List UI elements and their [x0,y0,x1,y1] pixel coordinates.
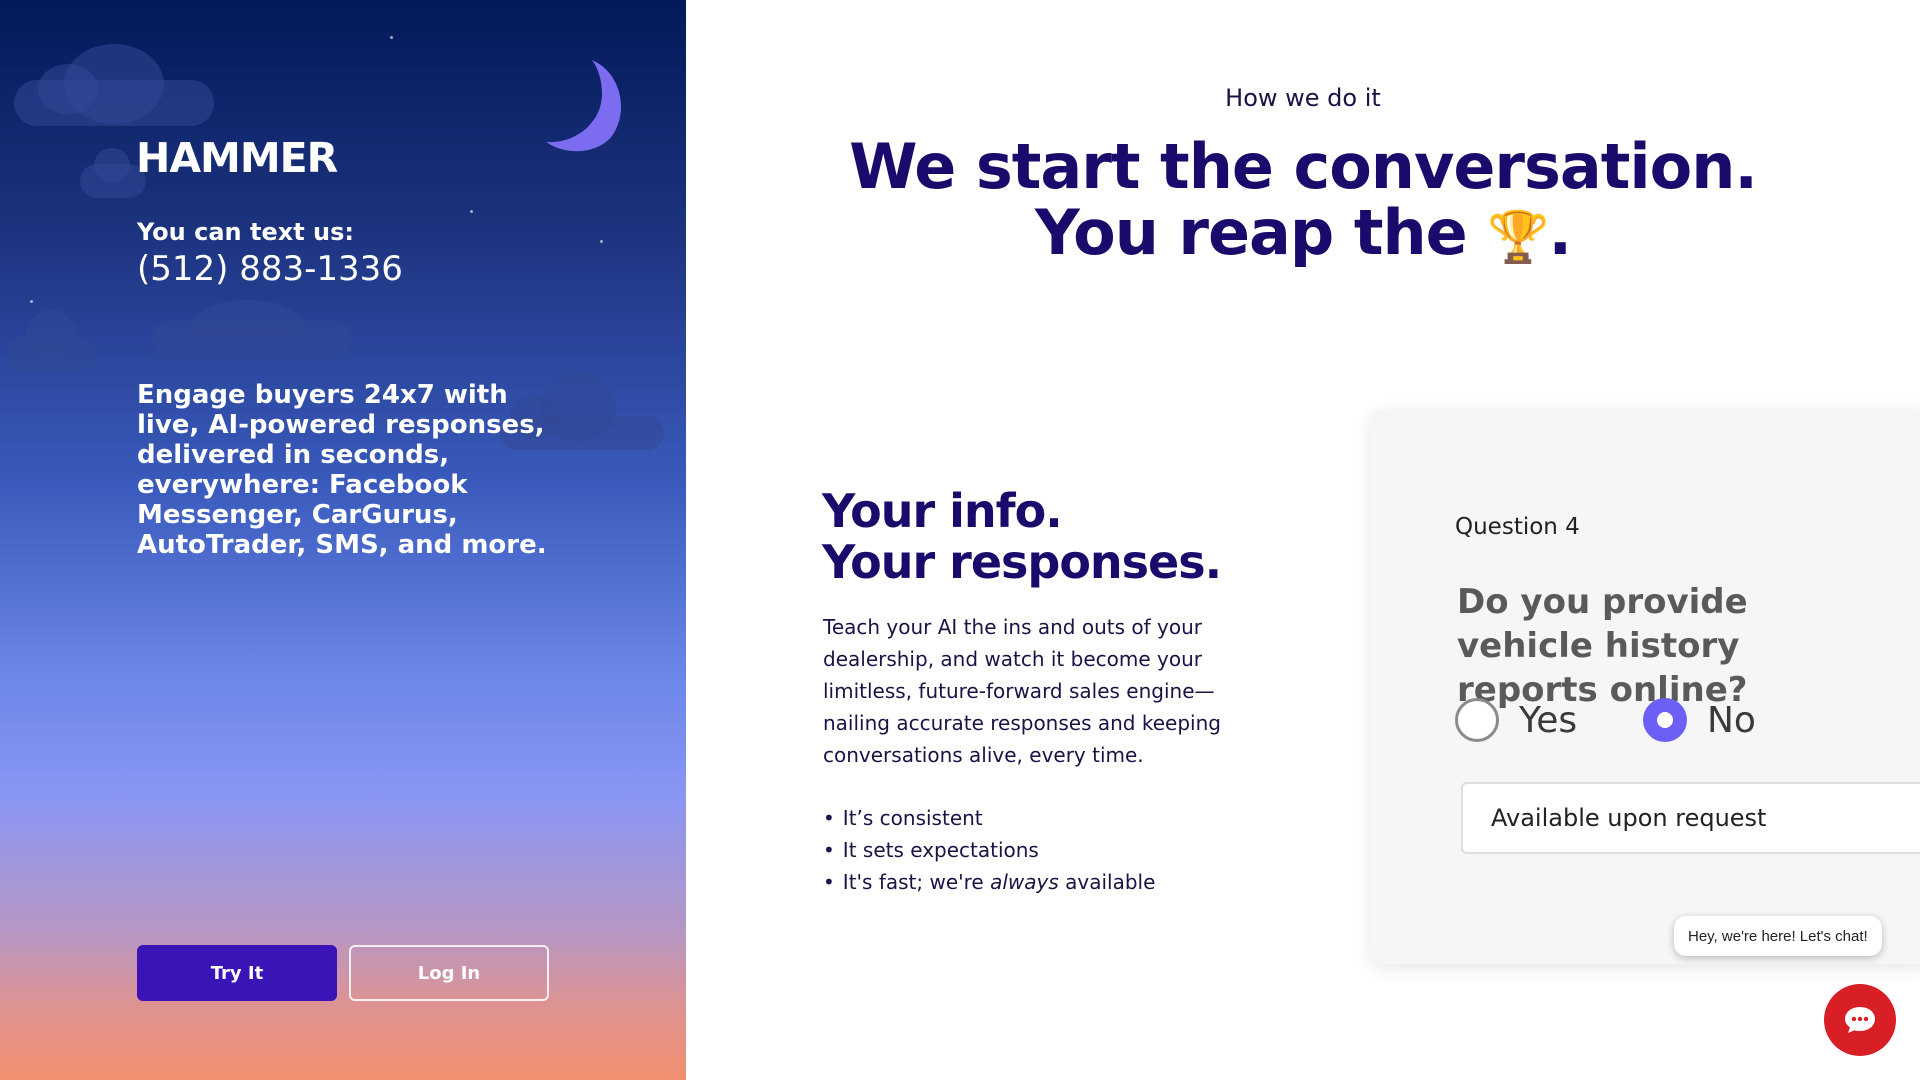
section-kicker: How we do it [1225,84,1381,112]
try-it-button[interactable]: Try It [137,945,337,1001]
section-body: Teach your AI the ins and outs of your d… [823,615,1221,767]
list-item: It sets expectations [823,834,1155,866]
radio-button-no[interactable] [1643,698,1687,742]
star-icon [470,210,473,213]
pitch-text: Engage buyers 24x7 with live, AI-powered… [137,380,547,560]
star-icon [600,240,603,243]
feature-list: It’s consistent It sets expectations It'… [823,802,1156,898]
list-item-text: It's fast; we're [842,870,991,894]
chat-launcher-button[interactable] [1824,984,1896,1056]
headline-period: . [1548,196,1573,269]
chat-greeting-bubble[interactable]: Hey, we're here! Let's chat! [1674,916,1882,956]
list-item: It’s consistent [823,802,1155,834]
question-card: Question 4 Do you provide vehicle histor… [1371,410,1920,964]
radio-option-yes[interactable]: Yes [1455,698,1577,742]
star-icon [30,300,33,303]
phone-number[interactable]: (512) 883-1336 [137,249,403,289]
question-text: Do you provide vehicle history reports o… [1457,582,1748,710]
cloud-icon [6,310,96,372]
list-item: It's fast; we're always available [823,866,1156,898]
section-title-line-2: Your responses. [822,535,1222,589]
radio-label-yes[interactable]: Yes [1519,700,1577,741]
chat-icon [1845,1007,1875,1033]
cloud-icon [14,44,214,126]
section-title: Your info. Your responses. [822,484,1222,589]
list-item-emphasis: always [990,870,1059,894]
logo: HAMMER [136,134,338,182]
trophy-icon: 🏆 [1487,208,1549,266]
answer-field[interactable]: Available upon request [1461,782,1920,854]
radio-button-yes[interactable] [1455,698,1499,742]
section-title-line-1: Your info. [822,484,1063,538]
headline-line-2: You reap the 🏆. [686,200,1920,270]
radio-dot [1657,712,1673,728]
moon-icon [546,60,622,152]
radio-option-no[interactable]: No [1643,698,1756,742]
cloud-icon [152,300,352,360]
page-headline: We start the conversation. You reap the … [686,134,1920,270]
log-in-button[interactable]: Log In [349,945,549,1001]
headline-line-1: We start the conversation. [849,130,1758,203]
sidebar-panel: HAMMER You can text us: (512) 883-1336 E… [0,0,686,1080]
headline-line-2-text: You reap the [1034,196,1468,269]
question-label: Question 4 [1455,514,1580,540]
text-us-label: You can text us: [137,218,354,246]
star-icon [390,36,393,39]
list-item-text-end: available [1058,870,1156,894]
radio-label-no[interactable]: No [1707,700,1756,741]
